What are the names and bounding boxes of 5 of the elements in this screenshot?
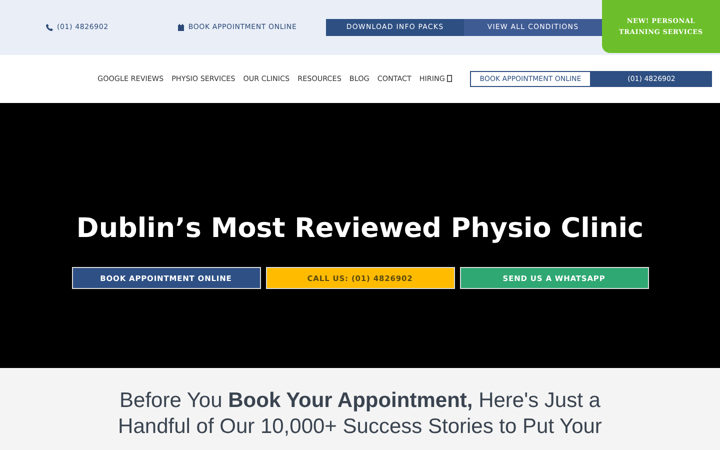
hero-title: Dublin’s Most Reviewed Physio Clinic [76, 213, 644, 246]
phone-icon [46, 24, 53, 31]
calendar-icon [178, 24, 184, 31]
missing-glyph-icon [447, 75, 452, 82]
section-heading: Before You Book Your Appointment, Here's Just a Handful of Our 10,000+ Success Stories to Put Your [117, 388, 603, 440]
